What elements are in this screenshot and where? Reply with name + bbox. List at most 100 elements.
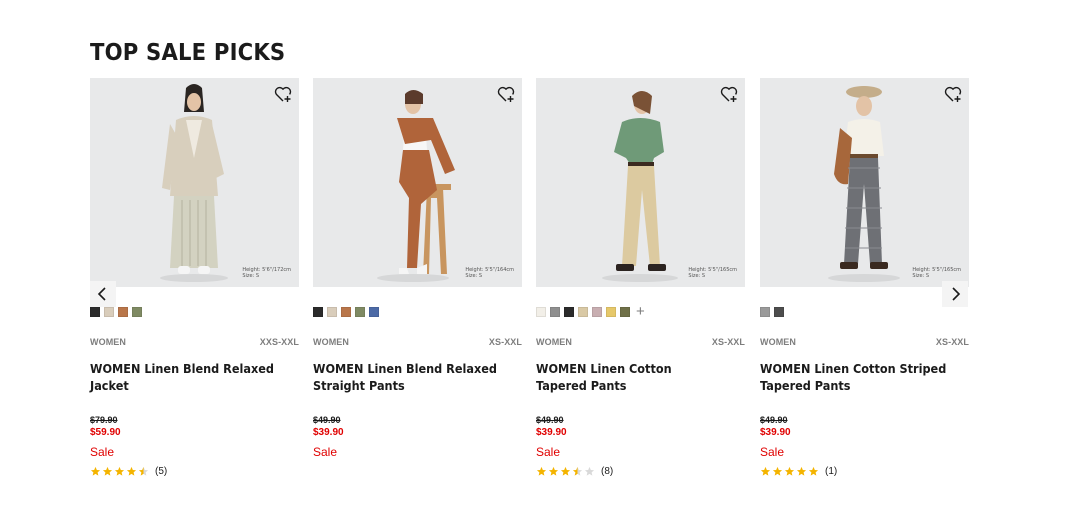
original-price: $49.90 xyxy=(536,415,564,425)
product-name[interactable]: WOMEN Linen Cotton Tapered Pants xyxy=(536,361,724,395)
model-size: Size: S xyxy=(912,273,930,279)
star-full-icon xyxy=(784,466,795,476)
product-card[interactable]: Height: 5'5"/164cm Size: S WOMEN XS-XXL … xyxy=(313,78,522,459)
model-photo xyxy=(602,91,678,282)
color-swatch[interactable] xyxy=(327,307,337,317)
star-full-icon xyxy=(536,466,547,476)
sale-price: $39.90 xyxy=(760,427,791,438)
color-swatch[interactable] xyxy=(620,307,630,317)
model-photo xyxy=(160,84,228,282)
color-swatches: + xyxy=(536,304,645,319)
original-price: $49.90 xyxy=(313,415,341,425)
model-size: Size: S xyxy=(688,273,706,279)
model-size-note: Height: 5'6"/172cm Size: S xyxy=(242,267,291,279)
star-rating xyxy=(760,466,819,477)
product-gender: WOMEN xyxy=(313,337,349,347)
model-photo xyxy=(828,86,900,282)
product-carousel: Height: 5'6"/172cm Size: S WOMEN XXS-XXL… xyxy=(0,0,1080,522)
sale-flag: Sale xyxy=(90,445,115,459)
product-meta: WOMEN XXS-XXL xyxy=(90,337,299,349)
model-photo xyxy=(377,90,455,282)
review-count: (8) xyxy=(601,465,614,477)
product-size-range: XS-XXL xyxy=(935,337,969,347)
color-swatch[interactable] xyxy=(355,307,365,317)
product-meta: WOMEN XS-XXL xyxy=(760,337,969,349)
star-rating xyxy=(90,466,149,477)
sale-price: $39.90 xyxy=(313,427,344,438)
product-size-range: XS-XXL xyxy=(488,337,522,347)
color-swatches xyxy=(313,306,379,318)
product-gender: WOMEN xyxy=(760,337,796,347)
sale-flag: Sale xyxy=(760,445,785,459)
color-swatch[interactable] xyxy=(578,307,588,317)
product-image[interactable]: Height: 5'5"/164cm Size: S xyxy=(313,78,522,287)
product-name[interactable]: WOMEN Linen Blend Relaxed Straight Pants xyxy=(313,361,501,395)
color-swatch[interactable] xyxy=(774,307,784,317)
product-image[interactable]: Height: 5'5"/165cm Size: S xyxy=(760,78,969,287)
plus-icon[interactable]: + xyxy=(636,304,645,319)
star-full-icon xyxy=(808,466,819,476)
color-swatch[interactable] xyxy=(760,307,770,317)
color-swatch[interactable] xyxy=(132,307,142,317)
heart-plus-icon[interactable] xyxy=(943,84,963,104)
color-swatch[interactable] xyxy=(90,307,100,317)
star-empty-icon xyxy=(584,466,595,476)
product-name[interactable]: WOMEN Linen Cotton Striped Tapered Pants xyxy=(760,361,948,395)
sale-price: $59.90 xyxy=(90,427,121,438)
color-swatches xyxy=(760,306,784,318)
model-size-note: Height: 5'5"/165cm Size: S xyxy=(912,267,961,279)
chevron-right-icon xyxy=(952,287,961,301)
color-swatches xyxy=(90,306,142,318)
heart-plus-icon[interactable] xyxy=(273,84,293,104)
color-swatch[interactable] xyxy=(369,307,379,317)
product-gender: WOMEN xyxy=(90,337,126,347)
product-rating: (5) xyxy=(90,464,167,478)
review-count: (1) xyxy=(825,465,838,477)
review-count: (5) xyxy=(155,465,168,477)
heart-plus-icon[interactable] xyxy=(719,84,739,104)
model-size-note: Height: 5'5"/164cm Size: S xyxy=(465,267,514,279)
star-full-icon xyxy=(126,466,137,476)
product-image[interactable]: Height: 5'6"/172cm Size: S xyxy=(90,78,299,287)
model-size: Size: S xyxy=(242,273,260,279)
star-rating xyxy=(536,466,595,477)
color-swatch[interactable] xyxy=(313,307,323,317)
product-name[interactable]: WOMEN Linen Blend Relaxed Jacket xyxy=(90,361,278,395)
heart-plus-icon[interactable] xyxy=(496,84,516,104)
model-size: Size: S xyxy=(465,273,483,279)
star-full-icon xyxy=(560,466,571,476)
model-size-note: Height: 5'5"/165cm Size: S xyxy=(688,267,737,279)
color-swatch[interactable] xyxy=(606,307,616,317)
product-size-range: XXS-XXL xyxy=(259,337,299,347)
sale-flag: Sale xyxy=(536,445,561,459)
color-swatch[interactable] xyxy=(550,307,560,317)
product-gender: WOMEN xyxy=(536,337,572,347)
carousel-prev-button[interactable] xyxy=(90,281,116,307)
product-meta: WOMEN XS-XXL xyxy=(313,337,522,349)
product-rating: (1) xyxy=(760,464,837,478)
star-full-icon xyxy=(114,466,125,476)
product-card[interactable]: Height: 5'5"/165cm Size: S + WOMEN XS-XX… xyxy=(536,78,745,477)
star-full-icon xyxy=(796,466,807,476)
star-half-icon xyxy=(138,466,149,476)
product-card[interactable]: Height: 5'6"/172cm Size: S WOMEN XXS-XXL… xyxy=(90,78,299,477)
color-swatch[interactable] xyxy=(536,307,546,317)
sale-price: $39.90 xyxy=(536,427,567,438)
color-swatch[interactable] xyxy=(341,307,351,317)
color-swatch[interactable] xyxy=(592,307,602,317)
chevron-left-icon xyxy=(97,287,106,301)
product-meta: WOMEN XS-XXL xyxy=(536,337,745,349)
product-card[interactable]: Height: 5'5"/165cm Size: S WOMEN XS-XXL … xyxy=(760,78,969,477)
product-size-range: XS-XXL xyxy=(711,337,745,347)
carousel-next-button[interactable] xyxy=(942,281,968,307)
color-swatch[interactable] xyxy=(118,307,128,317)
original-price: $79.90 xyxy=(90,415,118,425)
star-half-icon xyxy=(572,466,583,476)
color-swatch[interactable] xyxy=(104,307,114,317)
star-full-icon xyxy=(760,466,771,476)
product-image[interactable]: Height: 5'5"/165cm Size: S xyxy=(536,78,745,287)
color-swatch[interactable] xyxy=(564,307,574,317)
star-full-icon xyxy=(90,466,101,476)
star-full-icon xyxy=(102,466,113,476)
star-full-icon xyxy=(548,466,559,476)
